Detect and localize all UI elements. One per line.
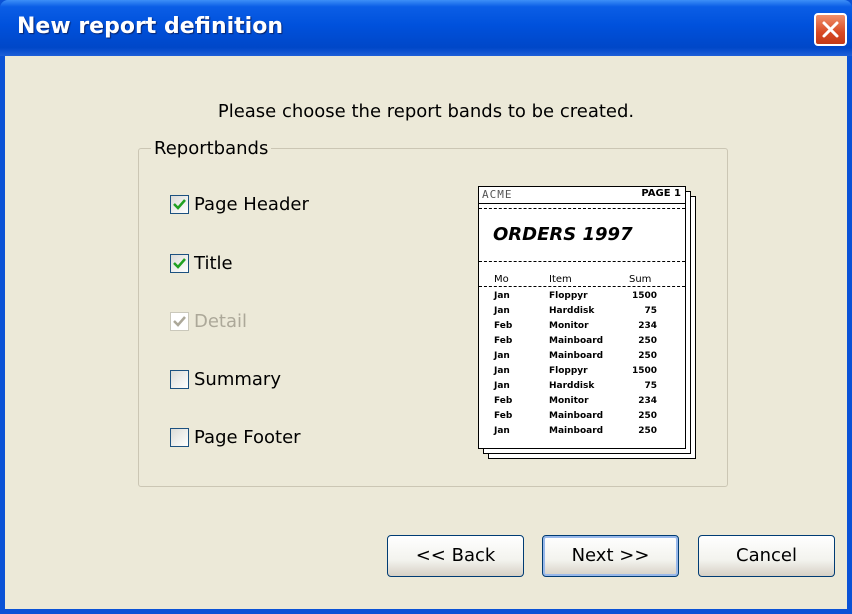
checkbox-page-header[interactable]: Page Header (170, 192, 309, 216)
preview-row: Feb Monitor 234 (479, 321, 687, 334)
preview-row: Feb Mainboard 250 (479, 411, 687, 424)
checkbox-label: Page Footer (194, 426, 301, 448)
close-button[interactable] (814, 13, 847, 46)
checkbox-box[interactable] (170, 427, 189, 447)
preview-cell: Monitor (549, 321, 589, 331)
preview-cell: Feb (494, 396, 513, 406)
dialog-body: Please choose the report bands to be cre… (5, 56, 847, 609)
checkbox-title[interactable]: Title (170, 251, 233, 275)
cancel-button[interactable]: Cancel (698, 535, 835, 577)
preview-report-title: ORDERS 1997 (493, 224, 633, 245)
preview-cell: Harddisk (549, 306, 595, 316)
preview-cell: 250 (638, 426, 657, 436)
preview-cell: Feb (494, 321, 513, 331)
checkbox-summary[interactable]: Summary (170, 367, 281, 391)
instruction-text: Please choose the report bands to be cre… (217, 101, 635, 122)
preview-cell: Feb (494, 411, 513, 421)
checkbox-label: Summary (194, 368, 281, 390)
preview-cell: Floppyr (549, 291, 588, 301)
preview-cell: Jan (494, 351, 510, 361)
preview-cell: 75 (644, 306, 657, 316)
checkbox-label: Detail (194, 310, 248, 332)
preview-cell: Mainboard (549, 411, 604, 421)
close-icon (822, 21, 839, 38)
preview-row: Jan Mainboard 250 (479, 351, 687, 364)
checkbox-page-footer[interactable]: Page Footer (170, 425, 301, 449)
window-title: New report definition (17, 14, 283, 39)
preview-row: Jan Floppyr 1500 (479, 291, 687, 304)
preview-row: Jan Harddisk 75 (479, 381, 687, 394)
dialog-window: New report definition Please choose the … (0, 0, 852, 614)
preview-cell: Jan (494, 306, 510, 316)
title-bar[interactable]: New report definition (0, 0, 852, 56)
preview-row: Jan Floppyr 1500 (479, 366, 687, 379)
checkbox-label: Page Header (194, 193, 309, 215)
preview-cell: Jan (494, 291, 510, 301)
preview-cell: Feb (494, 336, 513, 346)
preview-row: Feb Mainboard 250 (479, 336, 687, 349)
checkmark-icon (173, 198, 186, 210)
preview-cell: Harddisk (549, 381, 595, 391)
report-preview-image: ACME PAGE 1 ORDERS 1997 Mo Item Sum Jan F… (478, 186, 696, 459)
preview-page-number: PAGE 1 (641, 188, 681, 199)
preview-cell: 250 (638, 336, 657, 346)
checkbox-box (170, 311, 189, 331)
preview-cell: Monitor (549, 396, 589, 406)
preview-cell: 75 (644, 381, 657, 391)
preview-company: ACME (482, 188, 513, 201)
preview-cell: Jan (494, 426, 510, 436)
preview-cell: Floppyr (549, 366, 588, 376)
preview-cell: 234 (638, 396, 657, 406)
preview-cell: Mainboard (549, 426, 604, 436)
group-legend: Reportbands (151, 138, 272, 159)
checkmark-icon (173, 315, 186, 327)
preview-cell: 250 (638, 411, 657, 421)
reportbands-group: Reportbands Page Header Title Detail Sum… (138, 138, 728, 487)
preview-cell: Mainboard (549, 336, 604, 346)
preview-row: Feb Monitor 234 (479, 396, 687, 409)
checkbox-detail: Detail (170, 309, 247, 333)
checkmark-icon (173, 257, 186, 269)
next-button[interactable]: Next >> (542, 535, 679, 577)
preview-column-header: Sum (629, 274, 652, 285)
preview-cell: 250 (638, 351, 657, 361)
checkbox-box[interactable] (170, 369, 189, 389)
checkbox-label: Title (194, 252, 233, 274)
checkbox-box[interactable] (170, 253, 189, 273)
preview-cell: Jan (494, 366, 510, 376)
checkbox-box[interactable] (170, 194, 189, 214)
preview-cell: 234 (638, 321, 657, 331)
preview-cell: 1500 (631, 291, 657, 301)
preview-column-header: Mo (494, 274, 509, 285)
preview-cell: Jan (494, 381, 510, 391)
back-button[interactable]: << Back (387, 535, 524, 577)
preview-column-header: Item (549, 274, 572, 285)
preview-cell: Mainboard (549, 351, 604, 361)
preview-row: Jan Harddisk 75 (479, 306, 687, 319)
preview-page: ACME PAGE 1 ORDERS 1997 Mo Item Sum Jan F… (478, 186, 686, 449)
preview-cell: 1500 (631, 366, 657, 376)
preview-row: Jan Mainboard 250 (479, 426, 687, 439)
